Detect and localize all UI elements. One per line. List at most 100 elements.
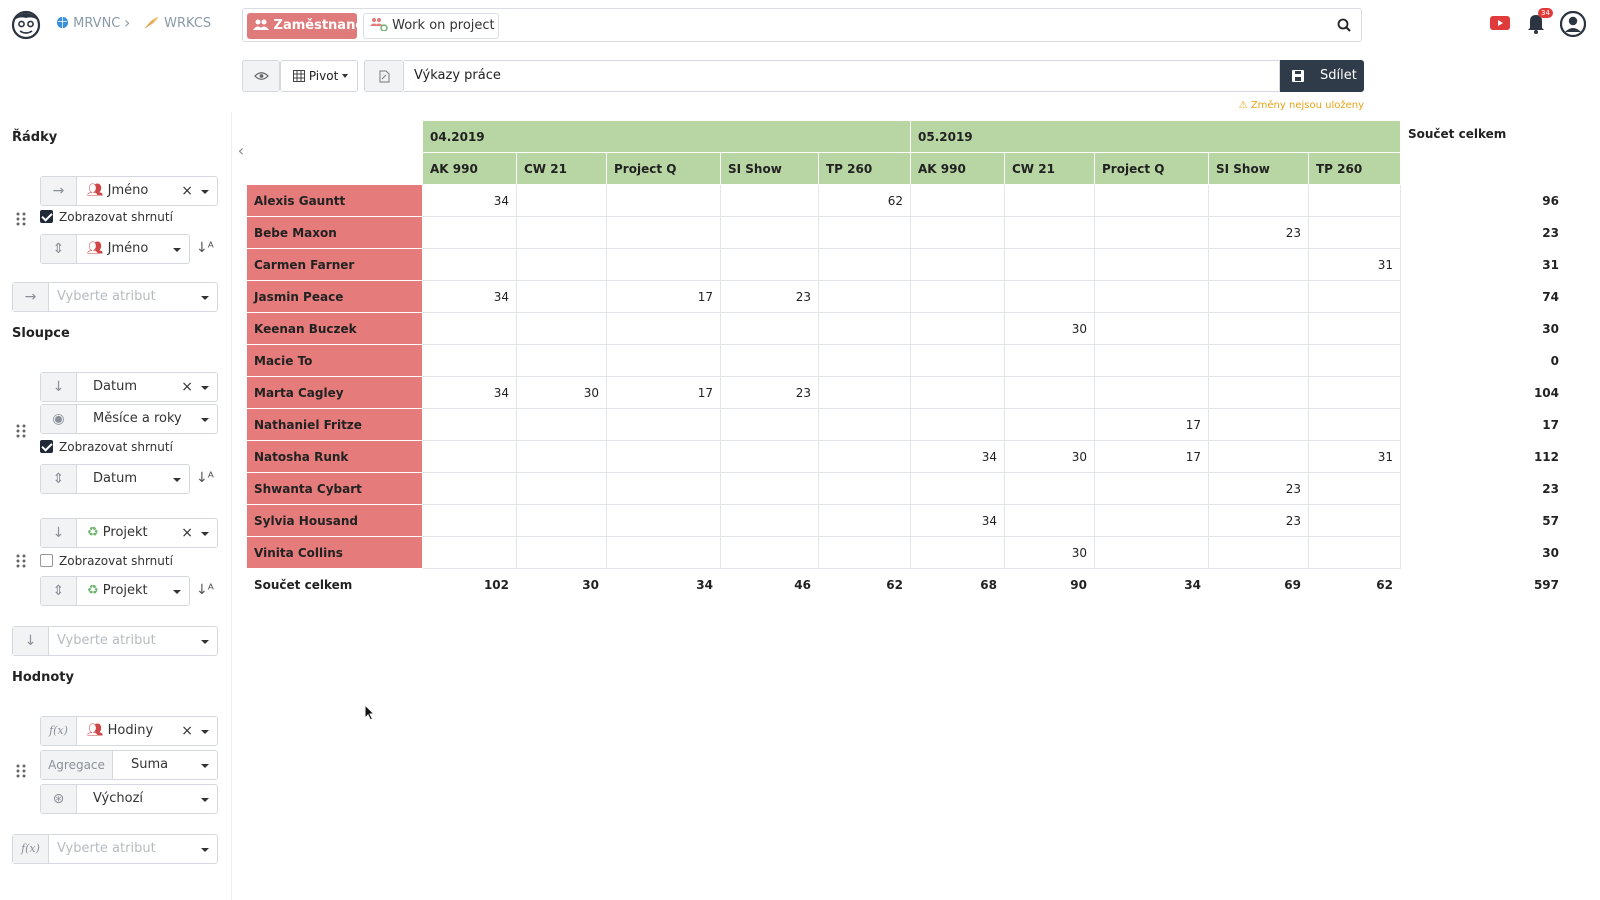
project-header[interactable]: SI Show <box>1208 152 1309 185</box>
perspective-dropdown[interactable]: Pivot <box>280 60 358 92</box>
value-cell[interactable] <box>720 536 819 569</box>
value-cell[interactable] <box>1208 408 1309 441</box>
value-cell[interactable] <box>516 504 607 537</box>
value-cell[interactable] <box>1094 312 1209 345</box>
value-cell[interactable] <box>910 408 1005 441</box>
value-cell[interactable] <box>1094 248 1209 281</box>
value-cell[interactable] <box>1308 280 1401 313</box>
value-cell[interactable]: 17 <box>606 280 721 313</box>
value-cell[interactable]: 34 <box>910 504 1005 537</box>
remove-icon[interactable]: × <box>181 373 193 401</box>
row-header-employee[interactable]: Alexis Gauntt <box>246 184 423 217</box>
value-cell[interactable] <box>1308 216 1401 249</box>
value-cell[interactable] <box>818 536 911 569</box>
value-cell[interactable] <box>1208 536 1309 569</box>
value-cell[interactable] <box>1004 472 1095 505</box>
value-cell[interactable] <box>1308 312 1401 345</box>
value-cell[interactable] <box>1004 376 1095 409</box>
value-cell[interactable] <box>1094 344 1209 377</box>
remove-icon[interactable]: × <box>181 717 193 745</box>
value-cell[interactable] <box>606 504 721 537</box>
value-cell[interactable] <box>818 216 911 249</box>
value-cell[interactable] <box>910 376 1005 409</box>
row-header-employee[interactable]: Keenan Buczek <box>246 312 423 345</box>
value-cell[interactable] <box>422 312 517 345</box>
breadcrumb-item-wrkcs[interactable]: WRKCS <box>144 16 211 31</box>
value-cell[interactable] <box>910 472 1005 505</box>
value-cell[interactable] <box>1308 472 1401 505</box>
view-toggle-button[interactable] <box>242 60 280 92</box>
value-cell[interactable] <box>1208 184 1309 217</box>
value-cell[interactable] <box>422 440 517 473</box>
drag-handle-icon[interactable] <box>16 424 26 438</box>
row-header-employee[interactable]: Marta Cagley <box>246 376 423 409</box>
value-cell[interactable] <box>516 472 607 505</box>
project-header[interactable]: TP 260 <box>818 152 911 185</box>
value-cell[interactable] <box>1004 408 1095 441</box>
value-cell[interactable]: 34 <box>422 184 517 217</box>
value-cell[interactable] <box>516 344 607 377</box>
value-cell[interactable] <box>818 312 911 345</box>
value-cell[interactable] <box>422 216 517 249</box>
column-sort-select-project[interactable]: ⇕ ♻ Projekt <box>40 576 190 606</box>
project-header[interactable]: AK 990 <box>422 152 517 185</box>
value-cell[interactable] <box>516 408 607 441</box>
value-cell[interactable]: 30 <box>516 376 607 409</box>
month-header[interactable]: 04.2019 <box>422 120 911 153</box>
value-cell[interactable] <box>818 280 911 313</box>
value-cell[interactable] <box>606 408 721 441</box>
date-format-select[interactable]: ◉ Měsíce a roky <box>40 404 218 434</box>
columns-date-show-summary-checkbox[interactable]: Zobrazovat shrnutí <box>40 440 173 454</box>
value-cell[interactable] <box>1208 312 1309 345</box>
value-cell[interactable] <box>1208 280 1309 313</box>
value-cell[interactable]: 34 <box>910 440 1005 473</box>
query-chip-work-on-project[interactable]: Work on project <box>363 13 499 39</box>
add-row-attribute-select[interactable]: → Vyberte atribut <box>12 282 218 312</box>
value-cell[interactable]: 17 <box>1094 408 1209 441</box>
project-header[interactable]: Project Q <box>606 152 721 185</box>
value-cell[interactable]: 23 <box>720 376 819 409</box>
value-cell[interactable] <box>1004 248 1095 281</box>
search-icon[interactable] <box>1337 18 1351 32</box>
value-cell[interactable] <box>910 536 1005 569</box>
project-header[interactable]: Project Q <box>1094 152 1209 185</box>
value-cell[interactable] <box>720 312 819 345</box>
row-header-employee[interactable]: Shwanta Cybart <box>246 472 423 505</box>
row-header-employee[interactable]: Natosha Runk <box>246 440 423 473</box>
value-cell[interactable]: 30 <box>1004 536 1095 569</box>
row-attribute-select[interactable]: → 👥︎ Jméno × <box>40 176 218 206</box>
value-cell[interactable] <box>1004 216 1095 249</box>
value-cell[interactable] <box>720 344 819 377</box>
value-cell[interactable]: 30 <box>1004 440 1095 473</box>
row-header-employee[interactable]: Sylvia Housand <box>246 504 423 537</box>
value-cell[interactable]: 23 <box>720 280 819 313</box>
value-cell[interactable] <box>720 408 819 441</box>
value-cell[interactable] <box>606 344 721 377</box>
share-button[interactable]: Sdílet <box>1280 60 1364 92</box>
value-cell[interactable] <box>606 536 721 569</box>
value-cell[interactable] <box>720 504 819 537</box>
youtube-icon[interactable] <box>1490 16 1510 30</box>
value-cell[interactable] <box>818 472 911 505</box>
value-cell[interactable]: 17 <box>1094 440 1209 473</box>
value-cell[interactable] <box>910 344 1005 377</box>
project-header[interactable]: TP 260 <box>1308 152 1401 185</box>
value-cell[interactable] <box>1308 408 1401 441</box>
value-cell[interactable] <box>606 216 721 249</box>
value-cell[interactable] <box>818 248 911 281</box>
value-cell[interactable] <box>606 440 721 473</box>
remove-icon[interactable]: × <box>181 177 193 205</box>
value-cell[interactable] <box>1308 376 1401 409</box>
drag-handle-icon[interactable] <box>16 212 26 226</box>
value-cell[interactable] <box>1308 344 1401 377</box>
value-cell[interactable] <box>422 408 517 441</box>
value-cell[interactable] <box>422 536 517 569</box>
value-cell[interactable] <box>818 344 911 377</box>
value-cell[interactable]: 62 <box>818 184 911 217</box>
column-attribute-select-date[interactable]: ↓ Datum × <box>40 372 218 402</box>
value-cell[interactable] <box>516 216 607 249</box>
row-header-employee[interactable]: Vinita Collins <box>246 536 423 569</box>
value-cell[interactable] <box>1308 536 1401 569</box>
value-cell[interactable] <box>1094 472 1209 505</box>
value-cell[interactable] <box>720 248 819 281</box>
